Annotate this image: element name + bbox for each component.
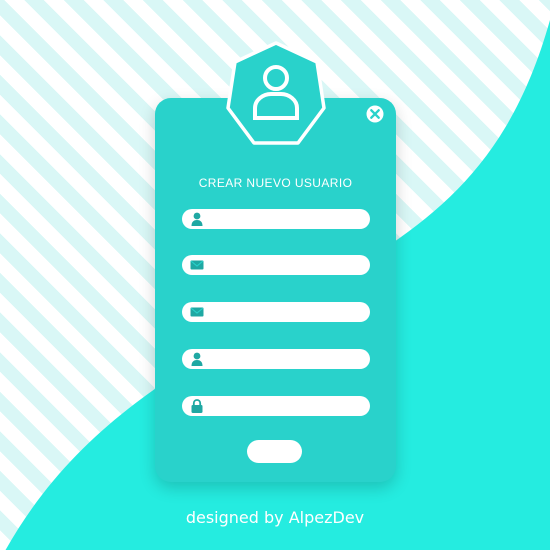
avatar-badge [226,41,326,145]
confirm-email-field[interactable] [182,302,370,322]
confirm-email-input[interactable] [210,302,362,322]
name-input[interactable] [210,349,362,369]
email-input[interactable] [210,255,362,275]
mail-icon [190,307,204,317]
create-user-button[interactable] [247,440,302,463]
user-icon [191,352,203,366]
mail-icon [190,260,204,270]
create-user-card [155,98,396,482]
email-field[interactable] [182,255,370,275]
username-field[interactable] [182,209,370,229]
designer-credit: designed by AlpezDev [185,508,365,527]
name-field[interactable] [182,349,370,369]
lock-icon [191,399,203,413]
close-icon[interactable] [365,104,385,124]
user-icon [191,212,203,226]
username-input[interactable] [210,209,362,229]
password-field[interactable] [182,396,370,416]
form-title: CREAR NUEVO USUARIO [198,176,353,190]
password-input[interactable] [210,396,362,416]
